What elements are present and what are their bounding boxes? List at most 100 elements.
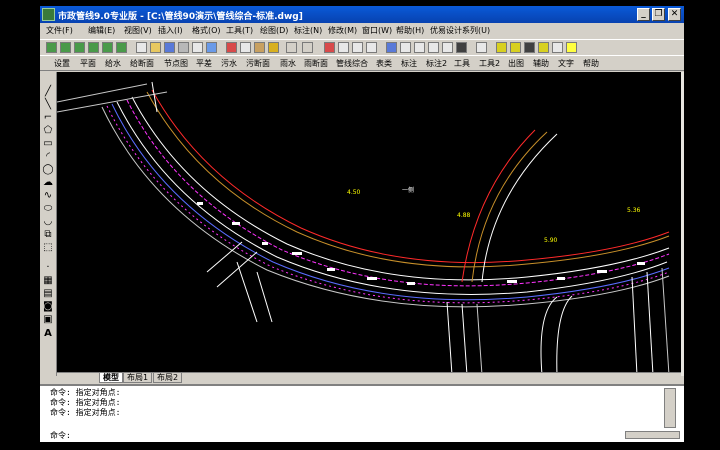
paste-icon[interactable]	[254, 42, 265, 53]
polygon-icon[interactable]: ⬠	[42, 125, 54, 136]
make-block-icon[interactable]: ⬚	[42, 242, 54, 253]
tool-rain-section[interactable]: 雨断面	[304, 58, 328, 69]
publish-icon[interactable]	[206, 42, 217, 53]
tool-help[interactable]: 帮助	[583, 58, 599, 69]
cut-icon[interactable]	[226, 42, 237, 53]
menu-dimension[interactable]: 标注(N)	[294, 25, 322, 36]
tool-icon-6[interactable]	[116, 42, 127, 53]
tool-rainwater[interactable]: 雨水	[280, 58, 296, 69]
point-icon[interactable]: ·	[42, 262, 54, 273]
menu-window[interactable]: 窗口(W)	[362, 25, 392, 36]
canvas-scrollbar[interactable]	[681, 72, 684, 376]
menu-design-series[interactable]: 优易设计系列(U)	[430, 25, 490, 36]
cross-street-right-3	[661, 267, 670, 375]
tool-annotate-2[interactable]: 标注2	[426, 58, 447, 69]
zoom-window-icon[interactable]	[352, 42, 363, 53]
open-folder-icon[interactable]	[150, 42, 161, 53]
diagonal-road-3	[461, 129, 536, 283]
tool-icon-2[interactable]	[60, 42, 71, 53]
undo-icon[interactable]	[286, 42, 297, 53]
tab-model[interactable]: 模型	[99, 373, 123, 383]
menu-draw[interactable]: 绘图(D)	[260, 25, 288, 36]
layer-current-icon[interactable]	[566, 42, 577, 53]
tool-node-diagram[interactable]: 节点图	[164, 58, 188, 69]
tool-adjustment[interactable]: 平差	[196, 58, 212, 69]
tool-water-supply[interactable]: 给水	[105, 58, 121, 69]
drawing-canvas[interactable]: 4.50 一侧 4.88 5.90 5.36	[57, 72, 681, 375]
label-side: 一侧	[402, 186, 414, 194]
tool-output[interactable]: 出图	[508, 58, 524, 69]
markup-icon[interactable]	[442, 42, 453, 53]
tool-icon-4[interactable]	[88, 42, 99, 53]
menu-file[interactable]: 文件(F)	[46, 25, 73, 36]
new-file-icon[interactable]	[136, 42, 147, 53]
tab-layout1[interactable]: 布局1	[123, 373, 153, 383]
rectangle-icon[interactable]: ▭	[42, 138, 54, 149]
menu-view[interactable]: 视图(V)	[124, 25, 152, 36]
layer-color-icon[interactable]	[538, 42, 549, 53]
tool-tools[interactable]: 工具	[454, 58, 470, 69]
tool-supply-section[interactable]: 给断面	[130, 58, 154, 69]
ellipse-arc-icon[interactable]: ◡	[42, 216, 54, 227]
tool-icon-5[interactable]	[102, 42, 113, 53]
minimize-button[interactable]: _	[637, 8, 650, 21]
construction-line-icon[interactable]: ╲	[42, 99, 54, 110]
zoom-previous-icon[interactable]	[366, 42, 377, 53]
revcloud-icon[interactable]: ☁	[42, 177, 54, 188]
command-prompt[interactable]: 命令:	[50, 431, 71, 440]
tool-palette-icon[interactable]	[414, 42, 425, 53]
hatch-icon[interactable]: ▦	[42, 275, 54, 286]
layer-lock-icon[interactable]	[524, 42, 535, 53]
print-icon[interactable]	[178, 42, 189, 53]
tool-annotate[interactable]: 标注	[401, 58, 417, 69]
menu-format[interactable]: 格式(O)	[192, 25, 221, 36]
menu-tools[interactable]: 工具(T)	[226, 25, 253, 36]
help-icon[interactable]	[476, 42, 487, 53]
layer-sun-icon[interactable]	[510, 42, 521, 53]
match-properties-icon[interactable]	[268, 42, 279, 53]
redo-icon[interactable]	[302, 42, 313, 53]
tab-layout2[interactable]: 布局2	[153, 373, 183, 383]
region-icon[interactable]: ◙	[42, 301, 54, 312]
tool-icon-1[interactable]	[46, 42, 57, 53]
tool-settings[interactable]: 设置	[54, 58, 70, 69]
circle-icon[interactable]: ◯	[42, 164, 54, 175]
tool-text[interactable]: 文字	[558, 58, 574, 69]
pan-icon[interactable]	[324, 42, 335, 53]
menu-edit[interactable]: 编辑(E)	[88, 25, 115, 36]
multiline-text-icon[interactable]: A	[42, 328, 54, 339]
menu-help[interactable]: 帮助(H)	[396, 25, 424, 36]
tool-sewage-section[interactable]: 污断面	[246, 58, 270, 69]
copy-icon[interactable]	[240, 42, 251, 53]
layer-bulb-icon[interactable]	[496, 42, 507, 53]
close-button[interactable]: ✕	[668, 8, 681, 21]
command-scrollbar[interactable]	[664, 388, 676, 428]
menu-modify[interactable]: 修改(M)	[328, 25, 357, 36]
tool-pipeline-combo[interactable]: 管线综合	[336, 58, 368, 69]
calculator-icon[interactable]	[456, 42, 467, 53]
layer-list-icon[interactable]	[552, 42, 563, 53]
restore-button[interactable]: ❐	[652, 8, 665, 21]
polyline-icon[interactable]: ⌐	[42, 112, 54, 123]
tool-icon-3[interactable]	[74, 42, 85, 53]
save-icon[interactable]	[164, 42, 175, 53]
zoom-realtime-icon[interactable]	[338, 42, 349, 53]
ellipse-icon[interactable]: ⬭	[42, 203, 54, 214]
table-icon[interactable]: ▣	[42, 314, 54, 325]
insert-block-icon[interactable]: ⧉	[42, 229, 54, 240]
line-icon[interactable]: ╱	[42, 86, 54, 97]
preview-icon[interactable]	[192, 42, 203, 53]
tool-sewage[interactable]: 污水	[221, 58, 237, 69]
properties-icon[interactable]	[386, 42, 397, 53]
sheet-set-icon[interactable]	[428, 42, 439, 53]
arc-icon[interactable]: ◜	[42, 151, 54, 162]
tool-auxiliary[interactable]: 辅助	[533, 58, 549, 69]
tool-tools-2[interactable]: 工具2	[479, 58, 500, 69]
design-center-icon[interactable]	[400, 42, 411, 53]
command-horizontal-scrollbar[interactable]	[625, 431, 680, 439]
tool-tables[interactable]: 表类	[376, 58, 392, 69]
tool-plan[interactable]: 平面	[80, 58, 96, 69]
gradient-icon[interactable]: ▤	[42, 288, 54, 299]
spline-icon[interactable]: ∿	[42, 190, 54, 201]
menu-insert[interactable]: 插入(I)	[158, 25, 183, 36]
